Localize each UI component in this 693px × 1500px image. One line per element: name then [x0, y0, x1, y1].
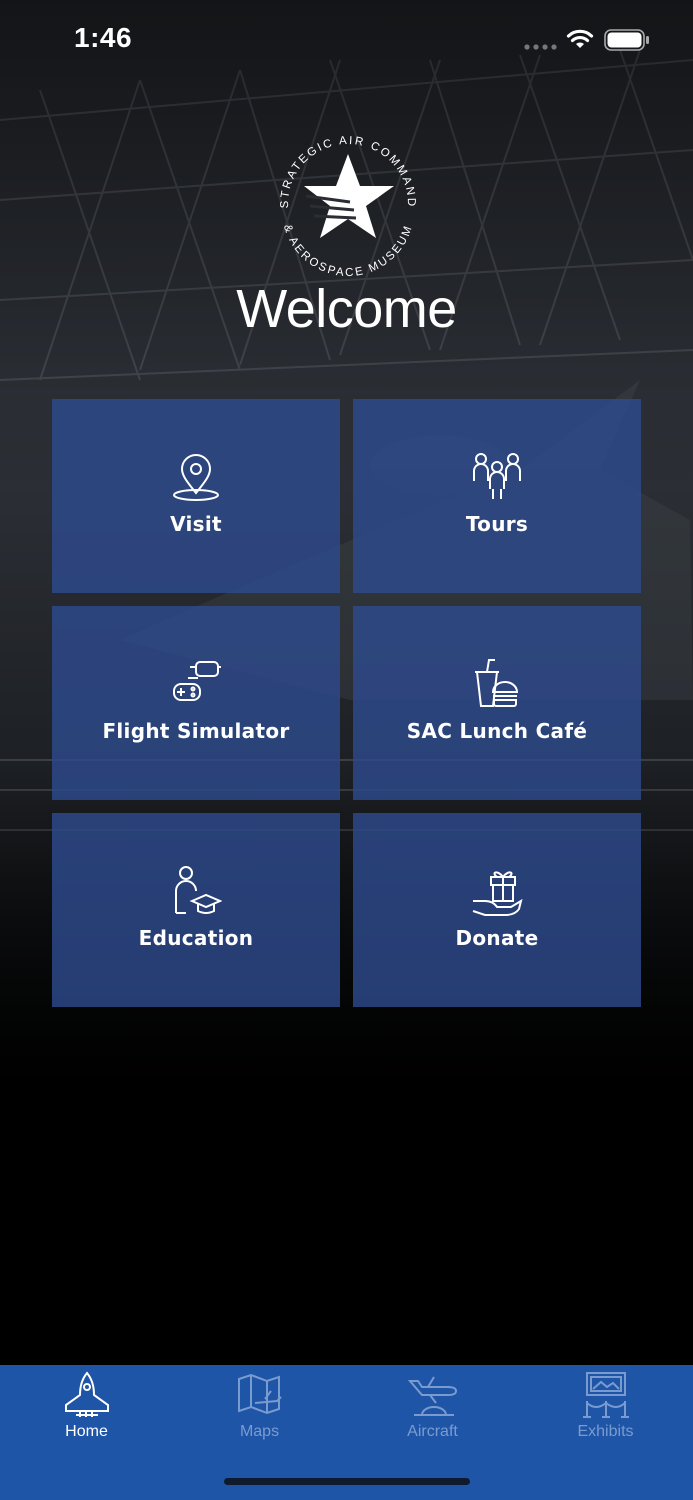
location-pin-icon: [173, 454, 219, 501]
home-indicator[interactable]: [224, 1478, 470, 1485]
tile-label: Tours: [465, 512, 529, 536]
svg-text:& AEROSPACE MUSEUM: & AEROSPACE MUSEUM: [281, 223, 415, 279]
tile-label: SAC Lunch Café: [406, 719, 588, 743]
tab-label: Maps: [239, 1423, 280, 1440]
gallery-rope-icon: [582, 1372, 629, 1418]
tile-flight-simulator[interactable]: Flight Simulator: [52, 606, 340, 800]
tile-label: Education: [138, 926, 254, 950]
student-graduation-cap-icon: [175, 866, 222, 914]
tab-exhibits[interactable]: Exhibits: [519, 1365, 692, 1455]
tile-label: Flight Simulator: [102, 719, 290, 743]
tile-tours[interactable]: Tours: [353, 399, 641, 593]
page-title: Welcome: [236, 279, 457, 339]
tile-donate[interactable]: Donate: [353, 813, 641, 1007]
gift-hand-icon: [472, 871, 523, 916]
tab-aircraft[interactable]: Aircraft: [346, 1365, 519, 1455]
space-shuttle-icon: [64, 1371, 109, 1417]
app-screen: 1:46 STRATEGIC AIR COMMAND & AEROSPACE M…: [0, 0, 693, 1500]
drink-burger-icon: [475, 659, 519, 707]
status-time: 1:46: [74, 22, 133, 53]
status-bar: 1:46: [0, 0, 693, 80]
tile-education[interactable]: Education: [52, 813, 340, 1007]
signal-dots-icon: [524, 44, 557, 50]
aircraft-hangar-icon: [407, 1376, 457, 1416]
vr-gamepad-icon: [173, 661, 221, 701]
tile-visit[interactable]: Visit: [52, 399, 340, 593]
sac-star-logo-icon: STRATEGIC AIR COMMAND & AEROSPACE MUSEUM: [279, 135, 415, 279]
logo-ring-text-bottom: & AEROSPACE MUSEUM: [281, 223, 413, 279]
tab-label: Aircraft: [407, 1423, 458, 1440]
wifi-icon: [566, 29, 594, 48]
tab-label: Home: [65, 1423, 108, 1440]
tile-label: Visit: [170, 512, 222, 536]
tab-maps[interactable]: Maps: [173, 1365, 346, 1455]
map-plane-icon: [237, 1373, 282, 1415]
tile-label: Donate: [455, 926, 539, 950]
tab-home[interactable]: Home: [0, 1365, 173, 1455]
tab-label: Exhibits: [577, 1423, 634, 1440]
group-people-icon: [473, 453, 521, 499]
battery-icon: [604, 29, 649, 51]
tile-sac-lunch-cafe[interactable]: SAC Lunch Café: [353, 606, 641, 800]
